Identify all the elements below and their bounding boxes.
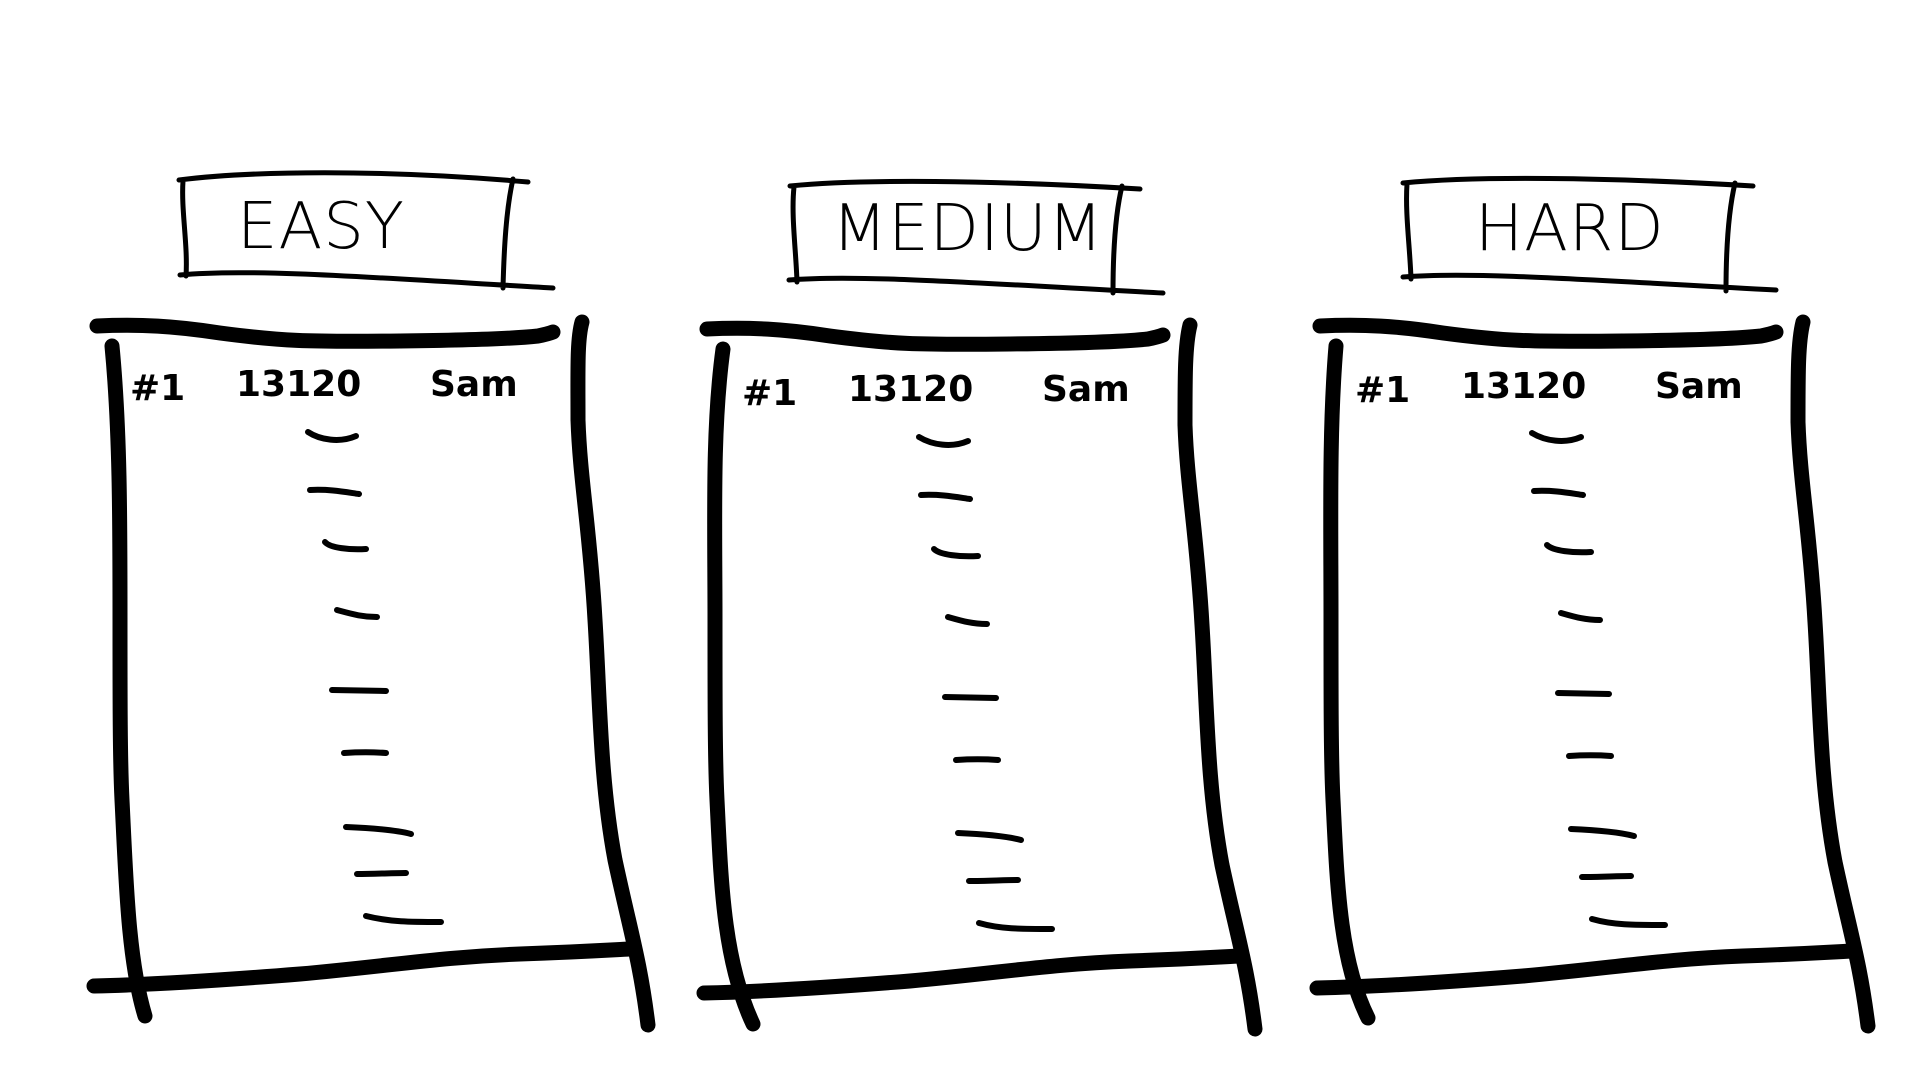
panel-top-edge xyxy=(699,320,1171,352)
placeholder-row xyxy=(931,546,981,560)
placeholder-row xyxy=(953,756,1001,763)
placeholder-row xyxy=(322,539,369,553)
placeholder-row xyxy=(942,694,999,701)
leaderboard-easy: EASY #1 13120 Sam xyxy=(86,170,656,1033)
placeholder-row xyxy=(1579,873,1634,880)
placeholder-row xyxy=(1555,690,1612,697)
panel-top-edge xyxy=(89,317,561,349)
panel-bottom-edge xyxy=(696,948,1248,1001)
placeholder-row xyxy=(966,877,1021,884)
panel-left-edge xyxy=(1323,338,1376,1026)
leaderboard-sketch: EASY #1 13120 Sam MEDIUM #1 13120 Sam HA… xyxy=(86,170,1876,1037)
placeholder-row xyxy=(945,614,990,627)
placeholder-row xyxy=(334,607,380,620)
score-value: 13120 xyxy=(236,364,361,405)
placeholder-rows xyxy=(305,429,444,925)
score-row-top[interactable]: #1 13120 Sam xyxy=(130,364,518,409)
difficulty-tab-easy[interactable]: EASY xyxy=(176,170,556,291)
placeholder-row xyxy=(354,870,409,877)
difficulty-title: EASY xyxy=(237,190,405,264)
rank-label: #1 xyxy=(742,373,797,414)
difficulty-title: MEDIUM xyxy=(832,192,1104,266)
placeholder-row xyxy=(1568,826,1637,839)
player-name: Sam xyxy=(430,364,518,405)
placeholder-row xyxy=(976,920,1055,932)
leaderboard-medium: MEDIUM #1 13120 Sam xyxy=(696,178,1263,1037)
difficulty-title: HARD xyxy=(1475,192,1665,266)
score-value: 13120 xyxy=(1461,366,1586,407)
panel-top-edge xyxy=(1312,317,1784,349)
score-value: 13120 xyxy=(848,369,973,410)
placeholder-row xyxy=(1558,610,1603,623)
difficulty-tab-medium[interactable]: MEDIUM xyxy=(786,178,1166,296)
panel-right-edge xyxy=(1790,314,1876,1034)
score-row-top[interactable]: #1 13120 Sam xyxy=(742,369,1130,414)
placeholder-row xyxy=(305,429,359,443)
placeholder-rows xyxy=(1529,430,1668,928)
placeholder-row xyxy=(955,830,1024,843)
panel-right-edge xyxy=(1177,317,1263,1037)
rank-label: #1 xyxy=(1355,370,1410,411)
panel-bottom-edge xyxy=(86,941,638,994)
placeholder-row xyxy=(1529,430,1584,444)
placeholder-row xyxy=(916,434,971,448)
player-name: Sam xyxy=(1655,366,1743,407)
placeholder-row xyxy=(363,913,444,925)
placeholder-row xyxy=(1544,542,1594,556)
panel-left-edge xyxy=(104,338,153,1024)
difficulty-tab-hard[interactable]: HARD xyxy=(1400,175,1779,294)
placeholder-row xyxy=(1531,487,1586,498)
placeholder-row xyxy=(329,687,389,694)
placeholder-row xyxy=(307,486,362,497)
player-name: Sam xyxy=(1042,369,1130,410)
panel-right-edge xyxy=(570,314,656,1033)
placeholder-row xyxy=(341,749,389,756)
score-row-top[interactable]: #1 13120 Sam xyxy=(1355,366,1743,411)
placeholder-row xyxy=(1566,752,1614,759)
panel-bottom-edge xyxy=(1309,943,1861,996)
panel-left-edge xyxy=(707,341,761,1032)
placeholder-row xyxy=(1589,916,1668,928)
placeholder-row xyxy=(918,491,973,502)
rank-label: #1 xyxy=(130,368,185,409)
leaderboard-hard: HARD #1 13120 Sam xyxy=(1309,175,1876,1034)
placeholder-rows xyxy=(916,434,1055,932)
placeholder-row xyxy=(343,824,414,837)
